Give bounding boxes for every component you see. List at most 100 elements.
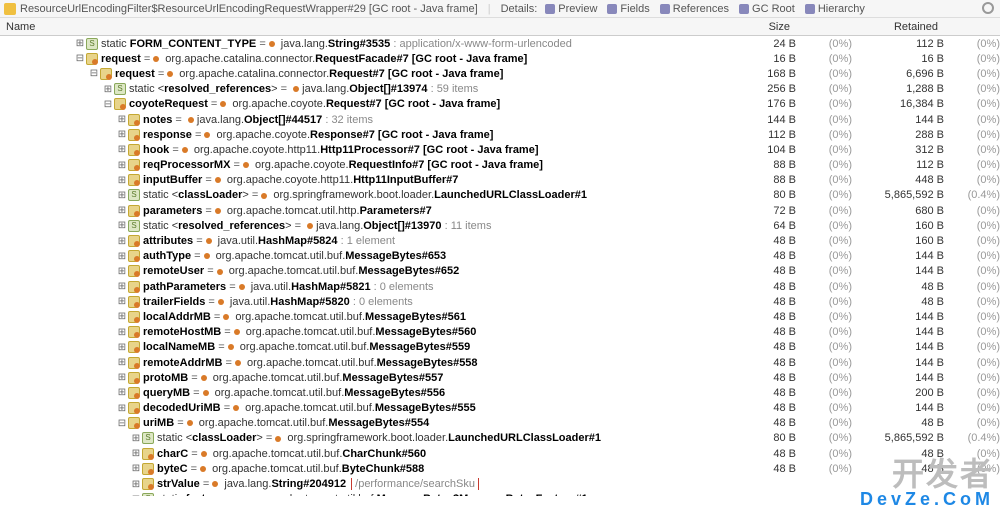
col-name[interactable]: Name (6, 21, 698, 33)
expander-icon[interactable]: ⊞ (116, 205, 128, 216)
expander-icon[interactable]: ⊞ (116, 372, 128, 383)
tree-row[interactable]: ⊞localAddrMB = org.apache.tomcat.util.bu… (0, 309, 1000, 324)
tree-row[interactable]: ⊟uriMB = org.apache.tomcat.util.buf.Mess… (0, 416, 1000, 431)
field-icon (86, 53, 98, 65)
retained-pct: (0%) (952, 296, 1000, 308)
tree-row[interactable]: ⊞protoMB = org.apache.tomcat.util.buf.Me… (0, 370, 1000, 385)
expander-icon[interactable]: ⊟ (116, 418, 128, 429)
tree-row[interactable]: ⊞remoteAddrMB = org.apache.tomcat.util.b… (0, 355, 1000, 370)
retained-pct: (0%) (952, 205, 1000, 217)
field-icon (128, 159, 140, 171)
tree-row[interactable]: ⊞charC = org.apache.tomcat.util.buf.Char… (0, 446, 1000, 461)
expander-icon[interactable]: ⊞ (102, 84, 114, 95)
expander-icon[interactable]: ⊞ (74, 38, 86, 49)
size-value: 72 B (704, 205, 804, 217)
tree-row[interactable]: ⊞pathParameters = java.util.HashMap#5821… (0, 279, 1000, 294)
expander-icon[interactable]: ⊟ (88, 68, 100, 79)
tree-row[interactable]: ⊞queryMB = org.apache.tomcat.util.buf.Me… (0, 385, 1000, 400)
retained-value: 144 B (852, 402, 952, 414)
retained-pct: (0%) (952, 38, 1000, 50)
field-icon (128, 372, 140, 384)
tree-row[interactable]: ⊞byteC = org.apache.tomcat.util.buf.Byte… (0, 461, 1000, 476)
expander-icon[interactable]: ⊞ (130, 479, 142, 490)
tree-row[interactable]: ⊞ trailerFields = java.util.HashMap#5820 … (0, 294, 1000, 309)
tree-row[interactable]: ⊞static <resolved_references> = java.lan… (0, 82, 1000, 97)
tree-row[interactable]: ⊞decodedUriMB = org.apache.tomcat.util.b… (0, 401, 1000, 416)
gear-icon[interactable] (982, 2, 994, 14)
tree-row[interactable]: ⊞static <classLoader> = org.springframew… (0, 188, 1000, 203)
tree-row[interactable]: ⊞remoteUser = org.apache.tomcat.util.buf… (0, 264, 1000, 279)
tree-row[interactable]: ⊟request = org.apache.catalina.connector… (0, 66, 1000, 81)
tree-row[interactable]: ⊞inputBuffer = org.apache.coyote.http11.… (0, 173, 1000, 188)
expander-icon[interactable]: ⊞ (130, 463, 142, 474)
tree-row[interactable]: ⊞parameters = org.apache.tomcat.util.htt… (0, 203, 1000, 218)
toolbar-preview[interactable]: Preview (545, 3, 597, 15)
size-value: 80 B (704, 189, 804, 201)
expander-icon[interactable]: ⊞ (116, 387, 128, 398)
expander-icon[interactable]: ⊞ (116, 327, 128, 338)
expander-icon[interactable]: ⊞ (116, 311, 128, 322)
size-pct: (0%) (804, 387, 852, 399)
retained-pct: (0%) (952, 311, 1000, 323)
expander-icon[interactable]: ⊞ (116, 175, 128, 186)
retained-pct: (0%) (952, 326, 1000, 338)
expander-icon[interactable]: ⊞ (116, 114, 128, 125)
retained-pct: (0%) (952, 129, 1000, 141)
tree-row[interactable]: ⊞static <resolved_references> = java.lan… (0, 218, 1000, 233)
tree-row[interactable]: ⊞strValue = java.lang.String#204912 /per… (0, 476, 1000, 491)
node-label: trailerFields = java.util.HashMap#5820 :… (143, 296, 704, 308)
tree-row[interactable]: ⊞localNameMB = org.apache.tomcat.util.bu… (0, 340, 1000, 355)
tree-row[interactable]: ⊟ request = org.apache.catalina.connector… (0, 51, 1000, 66)
size-pct: (0%) (804, 432, 852, 444)
object-tree[interactable]: ⊞static FORM_CONTENT_TYPE = java.lang.St… (0, 36, 1000, 496)
fields-icon (607, 4, 617, 14)
expander-icon[interactable]: ⊞ (116, 220, 128, 231)
toolbar-hierarchy[interactable]: Hierarchy (805, 3, 865, 15)
expander-icon[interactable]: ⊞ (116, 266, 128, 277)
tree-row[interactable]: ⊞static FORM_CONTENT_TYPE = java.lang.St… (0, 36, 1000, 51)
node-label: static factory = org.apache.tomcat.util.… (157, 493, 704, 496)
tree-row[interactable]: ⊞attributes = java.util.HashMap#5824 : 1… (0, 233, 1000, 248)
expander-icon[interactable]: ⊞ (116, 144, 128, 155)
field-icon (128, 129, 140, 141)
toolbar-fields[interactable]: Fields (607, 3, 649, 15)
col-size[interactable]: Size (698, 21, 798, 33)
tree-row[interactable]: ⊞ notes = java.lang.Object[]#44517 : 32 i… (0, 112, 1000, 127)
node-label: request = org.apache.catalina.connector.… (101, 53, 704, 65)
tree-row[interactable]: ⊞hook = org.apache.coyote.http11.Http11P… (0, 142, 1000, 157)
size-value: 48 B (704, 357, 804, 369)
field-icon (100, 68, 112, 80)
expander-icon[interactable]: ⊞ (116, 281, 128, 292)
expander-icon[interactable]: ⊞ (116, 357, 128, 368)
node-label: notes = java.lang.Object[]#44517 : 32 it… (143, 114, 704, 126)
toolbar-references[interactable]: References (660, 3, 729, 15)
tree-row[interactable]: ⊞response = org.apache.coyote.Response#7… (0, 127, 1000, 142)
tree-row[interactable]: ⊞remoteHostMB = org.apache.tomcat.util.b… (0, 325, 1000, 340)
tree-row[interactable]: ⊞reqProcessorMX = org.apache.coyote.Requ… (0, 158, 1000, 173)
toolbar-gc root[interactable]: GC Root (739, 3, 795, 15)
tree-row[interactable]: ⊞ static factory = org.apache.tomcat.util… (0, 492, 1000, 496)
expander-icon[interactable]: ⊞ (116, 403, 128, 414)
tree-row[interactable]: ⊞ authType = org.apache.tomcat.util.buf.M… (0, 249, 1000, 264)
expander-icon[interactable]: ⊞ (130, 433, 142, 444)
expander-icon[interactable]: ⊞ (116, 160, 128, 171)
tree-row[interactable]: ⊟coyoteRequest = org.apache.coyote.Reque… (0, 97, 1000, 112)
node-label: authType = org.apache.tomcat.util.buf.Me… (143, 250, 704, 262)
col-retained[interactable]: Retained (846, 21, 946, 33)
expander-icon[interactable]: ⊞ (116, 296, 128, 307)
expander-icon[interactable]: ⊟ (74, 53, 86, 64)
expander-icon[interactable]: ⊞ (116, 251, 128, 262)
expander-icon[interactable]: ⊞ (116, 190, 128, 201)
expander-icon[interactable]: ⊞ (130, 448, 142, 459)
retained-value: 48 B (852, 281, 952, 293)
expander-icon[interactable]: ⊞ (116, 236, 128, 247)
title-text: ResourceUrlEncodingFilter$ResourceUrlEnc… (20, 3, 478, 15)
retained-pct: (0%) (952, 159, 1000, 171)
retained-value: 200 B (852, 387, 952, 399)
expander-icon[interactable]: ⊞ (130, 494, 142, 496)
expander-icon[interactable]: ⊞ (116, 342, 128, 353)
expander-icon[interactable]: ⊟ (102, 99, 114, 110)
expander-icon[interactable]: ⊞ (116, 129, 128, 140)
tree-row[interactable]: ⊞static <classLoader> = org.springframew… (0, 431, 1000, 446)
retained-value: 160 B (852, 235, 952, 247)
